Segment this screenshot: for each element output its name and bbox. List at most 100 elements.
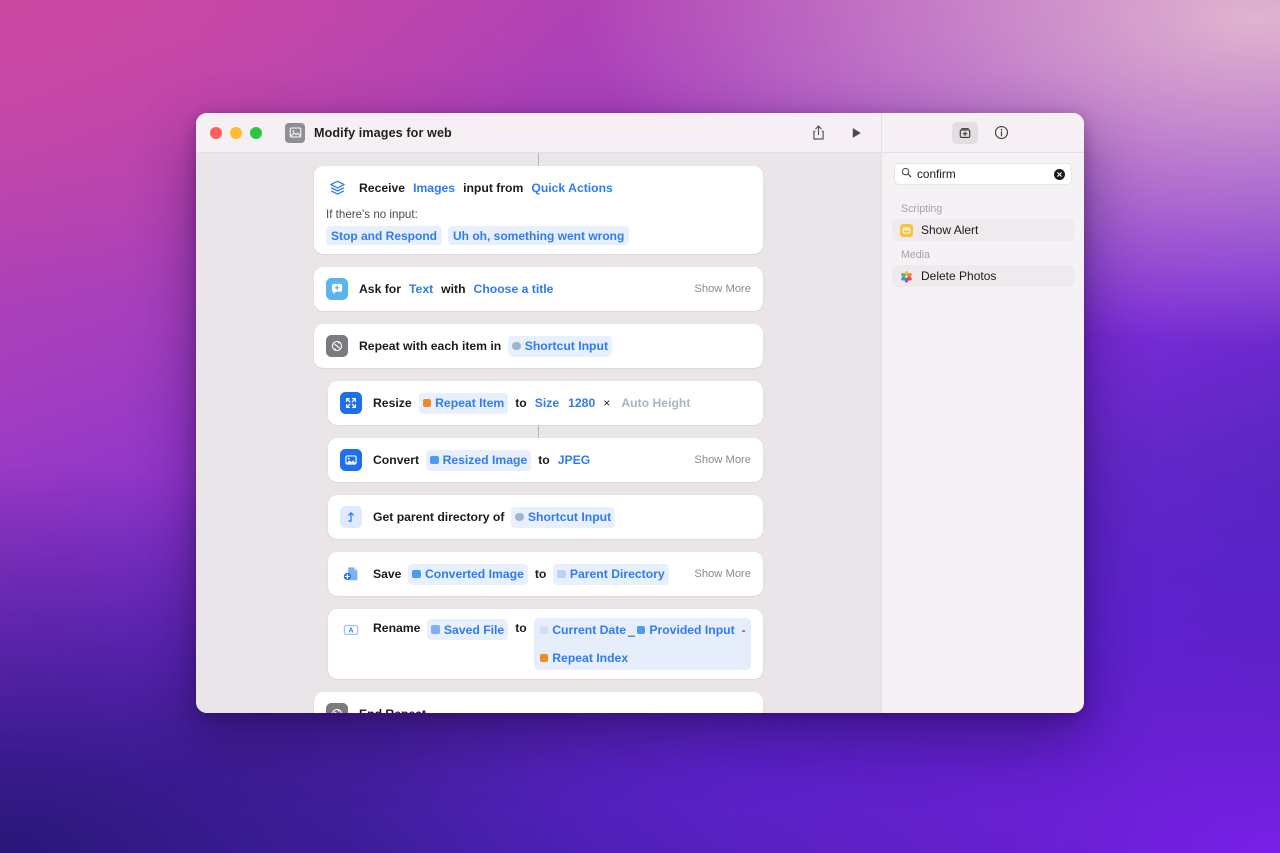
rename-separator-dash: - [741,623,746,637]
token-label: Resized Image [442,453,528,467]
parent-directory-keyword: Get parent directory of [373,510,505,524]
list-item-label: Show Alert [921,223,979,237]
token-current-date[interactable]: Current Date [538,620,628,640]
tab-shortcut-details[interactable] [989,122,1015,144]
action-card-resize-image[interactable]: Resize Repeat Item to Size 1280 × Auto H… [328,381,763,425]
rename-icon: A [340,619,362,641]
token-label: Provided Input [649,623,735,637]
token-shortcut-input-repeat[interactable]: Shortcut Input [508,335,612,357]
group-title-media: Media [901,249,930,261]
image-chip-icon [430,455,439,465]
shortcut-canvas[interactable]: Receive Images input from Quick Actions … [196,153,881,713]
token-label: Shortcut Input [524,339,608,353]
end-repeat-keyword: End Repeat [359,705,426,713]
variable-chip-icon [512,341,521,351]
image-chip-icon [412,569,421,579]
token-label: Converted Image [424,567,524,581]
token-shortcut-input-parent[interactable]: Shortcut Input [511,506,616,528]
minimize-button[interactable] [230,126,242,139]
repeat-icon [326,335,348,357]
search-field[interactable]: confirm [894,163,1072,185]
token-converted-image[interactable]: Converted Image [408,563,528,585]
ask-with: with [441,282,466,296]
field-rename-value[interactable]: Current Date _ Provided Input - Repeat I… [533,618,751,670]
search-container: confirm [882,153,1084,195]
provided-input-chip-icon [636,625,646,635]
action-card-ask-for-input[interactable]: Ask for Text with Choose a title Show Mo… [314,267,763,311]
token-parent-directory[interactable]: Parent Directory [553,563,669,585]
token-repeat-index[interactable]: Repeat Index [538,648,630,668]
ask-keyword: Ask for [359,282,401,296]
receive-midtext: input from [463,181,524,195]
token-saved-file[interactable]: Saved File [427,619,509,640]
convert-keyword: Convert [373,453,420,467]
action-card-receive-input[interactable]: Receive Images input from Quick Actions … [314,166,763,254]
token-quick-actions[interactable]: Quick Actions [530,178,614,199]
list-item-delete-photos[interactable]: Delete Photos [892,265,1074,287]
option-stop-and-respond[interactable]: Stop and Respond [326,226,442,245]
action-card-rename-file[interactable]: A Rename Saved File to Current Date _ Pr… [328,609,763,679]
action-flow: Receive Images input from Quick Actions … [196,153,881,713]
date-chip-icon [539,625,549,635]
token-label: Parent Directory [569,567,665,581]
show-more-ask[interactable]: Show More [694,283,751,295]
ask-input-icon [326,278,348,300]
no-input-label: If there's no input: [326,208,418,221]
action-card-get-parent-directory[interactable]: Get parent directory of Shortcut Input [328,495,763,539]
receive-input-icon [326,177,348,199]
token-prompt[interactable]: Choose a title [473,279,555,300]
rename-keyword: Rename [373,621,421,635]
token-images[interactable]: Images [412,178,456,199]
rename-to: to [515,621,527,635]
svg-text:A: A [348,628,353,635]
share-icon[interactable] [805,121,831,145]
search-input[interactable]: confirm [917,167,1049,181]
file-chip-icon [431,625,440,634]
search-results: Scripting Show Alert Media Delete Photos [882,195,1084,290]
option-error-message[interactable]: Uh oh, something went wrong [448,226,630,245]
receive-keyword: Receive [359,181,406,195]
token-label: Current Date [552,623,627,637]
folder-chip-icon [557,569,566,579]
action-card-convert-image[interactable]: Convert Resized Image to JPEG Show More [328,438,763,482]
list-item-show-alert[interactable]: Show Alert [892,219,1074,241]
token-repeat-item[interactable]: Repeat Item [418,392,509,414]
show-more-save[interactable]: Show More [694,568,751,580]
page-title: Modify images for web [314,125,452,140]
field-resize-width[interactable]: 1280 [567,393,596,414]
clear-icon[interactable] [1054,168,1065,180]
tab-action-library[interactable] [951,121,978,144]
desktop-background: Modify images for web Receive Images inp… [0,0,1280,853]
token-text-type[interactable]: Text [408,279,434,300]
variable-chip-icon [515,512,524,522]
token-resized-image[interactable]: Resized Image [426,449,532,471]
close-button[interactable] [210,126,222,139]
token-output-format[interactable]: JPEG [557,450,592,471]
shortcuts-editor-window: Modify images for web Receive Images inp… [196,113,1084,713]
list-item-label: Delete Photos [921,269,997,283]
play-icon[interactable] [843,121,869,145]
token-label: Repeat Item [435,396,505,410]
titlebar-left: Modify images for web [196,113,881,152]
token-label: Saved File [443,622,505,637]
repeat-item-chip-icon [422,398,432,408]
repeat-index-chip-icon [539,653,549,663]
save-file-icon [340,563,362,585]
alert-icon [900,223,913,237]
save-keyword: Save [373,567,402,581]
group-title-scripting: Scripting [901,203,943,215]
photos-icon [900,270,913,283]
token-provided-input[interactable]: Provided Input [635,620,737,640]
show-more-convert[interactable]: Show More [694,454,751,466]
action-card-save-file[interactable]: Save Converted Image to Parent Directory… [328,552,763,596]
search-icon [901,165,912,183]
action-card-end-repeat[interactable]: End Repeat [314,692,763,713]
flow-connector [537,153,540,166]
token-size-mode[interactable]: Size [534,393,560,414]
field-resize-height[interactable]: Auto Height [617,393,694,414]
action-card-repeat-with-each[interactable]: Repeat with each item in Shortcut Input [314,324,763,368]
zoom-button[interactable] [250,126,262,139]
traffic-lights [210,126,262,139]
photo-icon [285,122,305,143]
resize-to: to [515,396,527,410]
